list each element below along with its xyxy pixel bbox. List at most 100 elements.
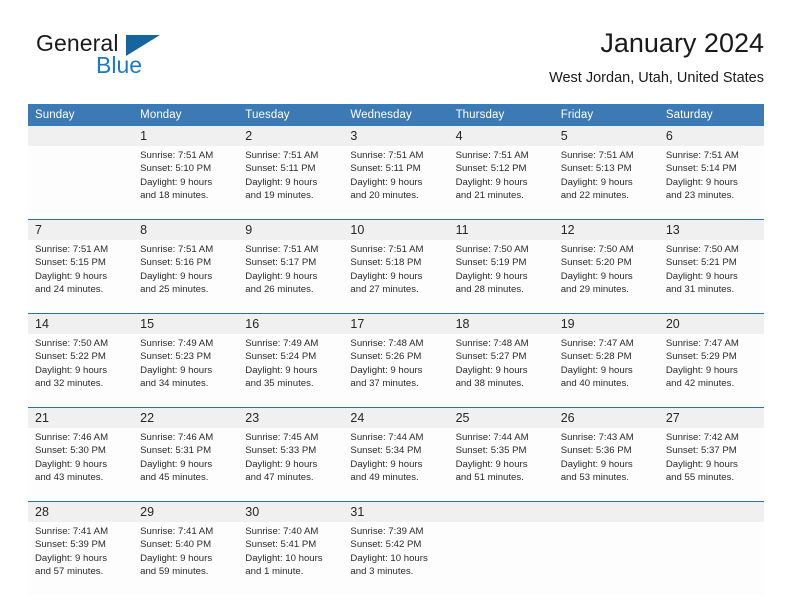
day-number[interactable]: 4 (448, 126, 554, 146)
day-cell[interactable]: Sunrise: 7:48 AM Sunset: 5:26 PM Daylight:… (343, 334, 449, 408)
week-info-row: Sunrise: 7:51 AM Sunset: 5:10 PM Daylight:… (28, 146, 764, 220)
day-cell[interactable]: Sunrise: 7:50 AM Sunset: 5:21 PM Daylight:… (658, 240, 764, 314)
day-cell[interactable]: Sunrise: 7:51 AM Sunset: 5:12 PM Daylight:… (448, 146, 554, 220)
day-number[interactable]: 9 (238, 219, 344, 240)
day-number[interactable]: 29 (133, 501, 239, 522)
day-number-empty (28, 126, 134, 146)
day-number[interactable]: 14 (28, 313, 134, 334)
day-cell[interactable]: Sunrise: 7:45 AM Sunset: 5:33 PM Daylight:… (238, 428, 344, 502)
sunrise-text: Sunrise: 7:51 AM (455, 150, 529, 161)
weekday-header-saturday: Saturday (658, 104, 764, 126)
sunrise-text: Sunrise: 7:51 AM (245, 150, 319, 161)
day-cell[interactable]: Sunrise: 7:47 AM Sunset: 5:29 PM Daylight:… (658, 334, 764, 408)
day-number[interactable]: 7 (28, 219, 134, 240)
day-number[interactable]: 6 (658, 126, 764, 146)
day-cell[interactable]: Sunrise: 7:51 AM Sunset: 5:11 PM Daylight:… (238, 146, 344, 220)
day-number[interactable]: 23 (238, 407, 344, 428)
day-number[interactable]: 1 (133, 126, 239, 146)
daylight-text-line1: Daylight: 9 hours (455, 270, 528, 282)
weekday-header-friday: Friday (553, 104, 659, 126)
sunrise-text: Sunrise: 7:49 AM (140, 338, 214, 349)
daylight-text-line2: and 57 minutes. (35, 565, 104, 577)
day-cell-empty (28, 146, 134, 220)
daylight-text-line2: and 22 minutes. (560, 189, 629, 201)
day-cell[interactable]: Sunrise: 7:51 AM Sunset: 5:18 PM Daylight:… (343, 240, 449, 314)
day-number[interactable]: 15 (133, 313, 239, 334)
day-number[interactable]: 18 (448, 313, 554, 334)
page-subtitle: West Jordan, Utah, United States (549, 70, 764, 86)
day-number[interactable]: 27 (658, 407, 764, 428)
calendar-grid: Sunday Monday Tuesday Wednesday Thursday… (28, 104, 764, 595)
day-cell[interactable]: Sunrise: 7:50 AM Sunset: 5:22 PM Daylight:… (28, 334, 134, 408)
daylight-text-line1: Daylight: 9 hours (35, 458, 107, 470)
calendar-page: General Blue January 2024 West Jordan, U… (0, 0, 792, 612)
daylight-text-line2: and 32 minutes. (35, 377, 104, 389)
day-number[interactable]: 10 (343, 219, 449, 240)
sunrise-text: Sunrise: 7:42 AM (665, 432, 739, 443)
day-number[interactable]: 31 (343, 501, 449, 522)
daylight-text-line1: Daylight: 9 hours (665, 270, 738, 282)
weekday-header-wednesday: Wednesday (343, 104, 449, 126)
daylight-text-line1: Daylight: 9 hours (455, 176, 528, 188)
day-cell[interactable]: Sunrise: 7:51 AM Sunset: 5:10 PM Daylight:… (133, 146, 239, 220)
day-cell[interactable]: Sunrise: 7:42 AM Sunset: 5:37 PM Daylight:… (658, 428, 764, 502)
sunset-text: Sunset: 5:40 PM (140, 539, 212, 551)
daylight-text-line1: Daylight: 9 hours (350, 458, 423, 470)
sunrise-text: Sunrise: 7:48 AM (455, 338, 529, 349)
day-number-empty (658, 501, 764, 522)
day-cell[interactable]: Sunrise: 7:50 AM Sunset: 5:19 PM Daylight:… (448, 240, 554, 314)
week-daynumber-row: 28 29 30 31 (28, 501, 764, 522)
day-number[interactable]: 24 (343, 407, 449, 428)
day-cell[interactable]: Sunrise: 7:49 AM Sunset: 5:23 PM Daylight:… (133, 334, 239, 408)
day-number[interactable]: 2 (238, 126, 344, 146)
day-cell[interactable]: Sunrise: 7:40 AM Sunset: 5:41 PM Daylight:… (238, 522, 344, 595)
daylight-text-line2: and 49 minutes. (350, 471, 419, 483)
day-number[interactable]: 11 (448, 219, 554, 240)
title-block: January 2024 West Jordan, Utah, United S… (549, 26, 764, 89)
sunrise-text: Sunrise: 7:50 AM (665, 244, 739, 255)
day-number[interactable]: 22 (133, 407, 239, 428)
week-info-row: Sunrise: 7:41 AM Sunset: 5:39 PM Daylight:… (28, 522, 764, 595)
day-cell[interactable]: Sunrise: 7:48 AM Sunset: 5:27 PM Daylight:… (448, 334, 554, 408)
sunrise-text: Sunrise: 7:51 AM (140, 150, 214, 161)
day-cell[interactable]: Sunrise: 7:41 AM Sunset: 5:39 PM Daylight:… (28, 522, 134, 595)
day-number[interactable]: 8 (133, 219, 239, 240)
daylight-text-line2: and 27 minutes. (350, 283, 419, 295)
day-cell[interactable]: Sunrise: 7:51 AM Sunset: 5:15 PM Daylight:… (28, 240, 134, 314)
day-cell[interactable]: Sunrise: 7:41 AM Sunset: 5:40 PM Daylight:… (133, 522, 239, 595)
day-number[interactable]: 16 (238, 313, 344, 334)
day-number[interactable]: 19 (553, 313, 659, 334)
day-number[interactable]: 25 (448, 407, 554, 428)
day-number[interactable]: 21 (28, 407, 134, 428)
day-cell[interactable]: Sunrise: 7:39 AM Sunset: 5:42 PM Daylight:… (343, 522, 449, 595)
day-cell[interactable]: Sunrise: 7:51 AM Sunset: 5:16 PM Daylight:… (133, 240, 239, 314)
day-number[interactable]: 3 (343, 126, 449, 146)
day-cell[interactable]: Sunrise: 7:44 AM Sunset: 5:34 PM Daylight:… (343, 428, 449, 502)
daylight-text-line1: Daylight: 9 hours (245, 176, 318, 188)
sunset-text: Sunset: 5:39 PM (35, 539, 106, 551)
day-number[interactable]: 12 (553, 219, 659, 240)
day-cell[interactable]: Sunrise: 7:51 AM Sunset: 5:14 PM Daylight:… (658, 146, 764, 220)
day-cell[interactable]: Sunrise: 7:44 AM Sunset: 5:35 PM Daylight:… (448, 428, 554, 502)
day-number[interactable]: 30 (238, 501, 344, 522)
day-cell[interactable]: Sunrise: 7:46 AM Sunset: 5:30 PM Daylight:… (28, 428, 134, 502)
day-cell[interactable]: Sunrise: 7:43 AM Sunset: 5:36 PM Daylight:… (553, 428, 659, 502)
sunrise-text: Sunrise: 7:47 AM (560, 338, 634, 349)
day-cell[interactable]: Sunrise: 7:46 AM Sunset: 5:31 PM Daylight:… (133, 428, 239, 502)
day-number[interactable]: 28 (28, 501, 134, 522)
day-cell[interactable]: Sunrise: 7:51 AM Sunset: 5:11 PM Daylight:… (343, 146, 449, 220)
weekday-header-tuesday: Tuesday (238, 104, 344, 126)
day-cell[interactable]: Sunrise: 7:47 AM Sunset: 5:28 PM Daylight:… (553, 334, 659, 408)
day-cell[interactable]: Sunrise: 7:49 AM Sunset: 5:24 PM Daylight:… (238, 334, 344, 408)
day-number[interactable]: 5 (553, 126, 659, 146)
day-cell[interactable]: Sunrise: 7:51 AM Sunset: 5:17 PM Daylight:… (238, 240, 344, 314)
day-number[interactable]: 20 (658, 313, 764, 334)
day-cell[interactable]: Sunrise: 7:51 AM Sunset: 5:13 PM Daylight:… (553, 146, 659, 220)
day-number[interactable]: 17 (343, 313, 449, 334)
general-blue-logo[interactable]: General Blue (36, 30, 216, 86)
day-number[interactable]: 26 (553, 407, 659, 428)
sunrise-text: Sunrise: 7:51 AM (140, 244, 214, 255)
day-number[interactable]: 13 (658, 219, 764, 240)
calendar-body: 1 2 3 4 5 6 Sunrise: 7:51 AM Sunset: 5:10 PM Day… (28, 126, 764, 595)
day-cell[interactable]: Sunrise: 7:50 AM Sunset: 5:20 PM Daylight:… (553, 240, 659, 314)
